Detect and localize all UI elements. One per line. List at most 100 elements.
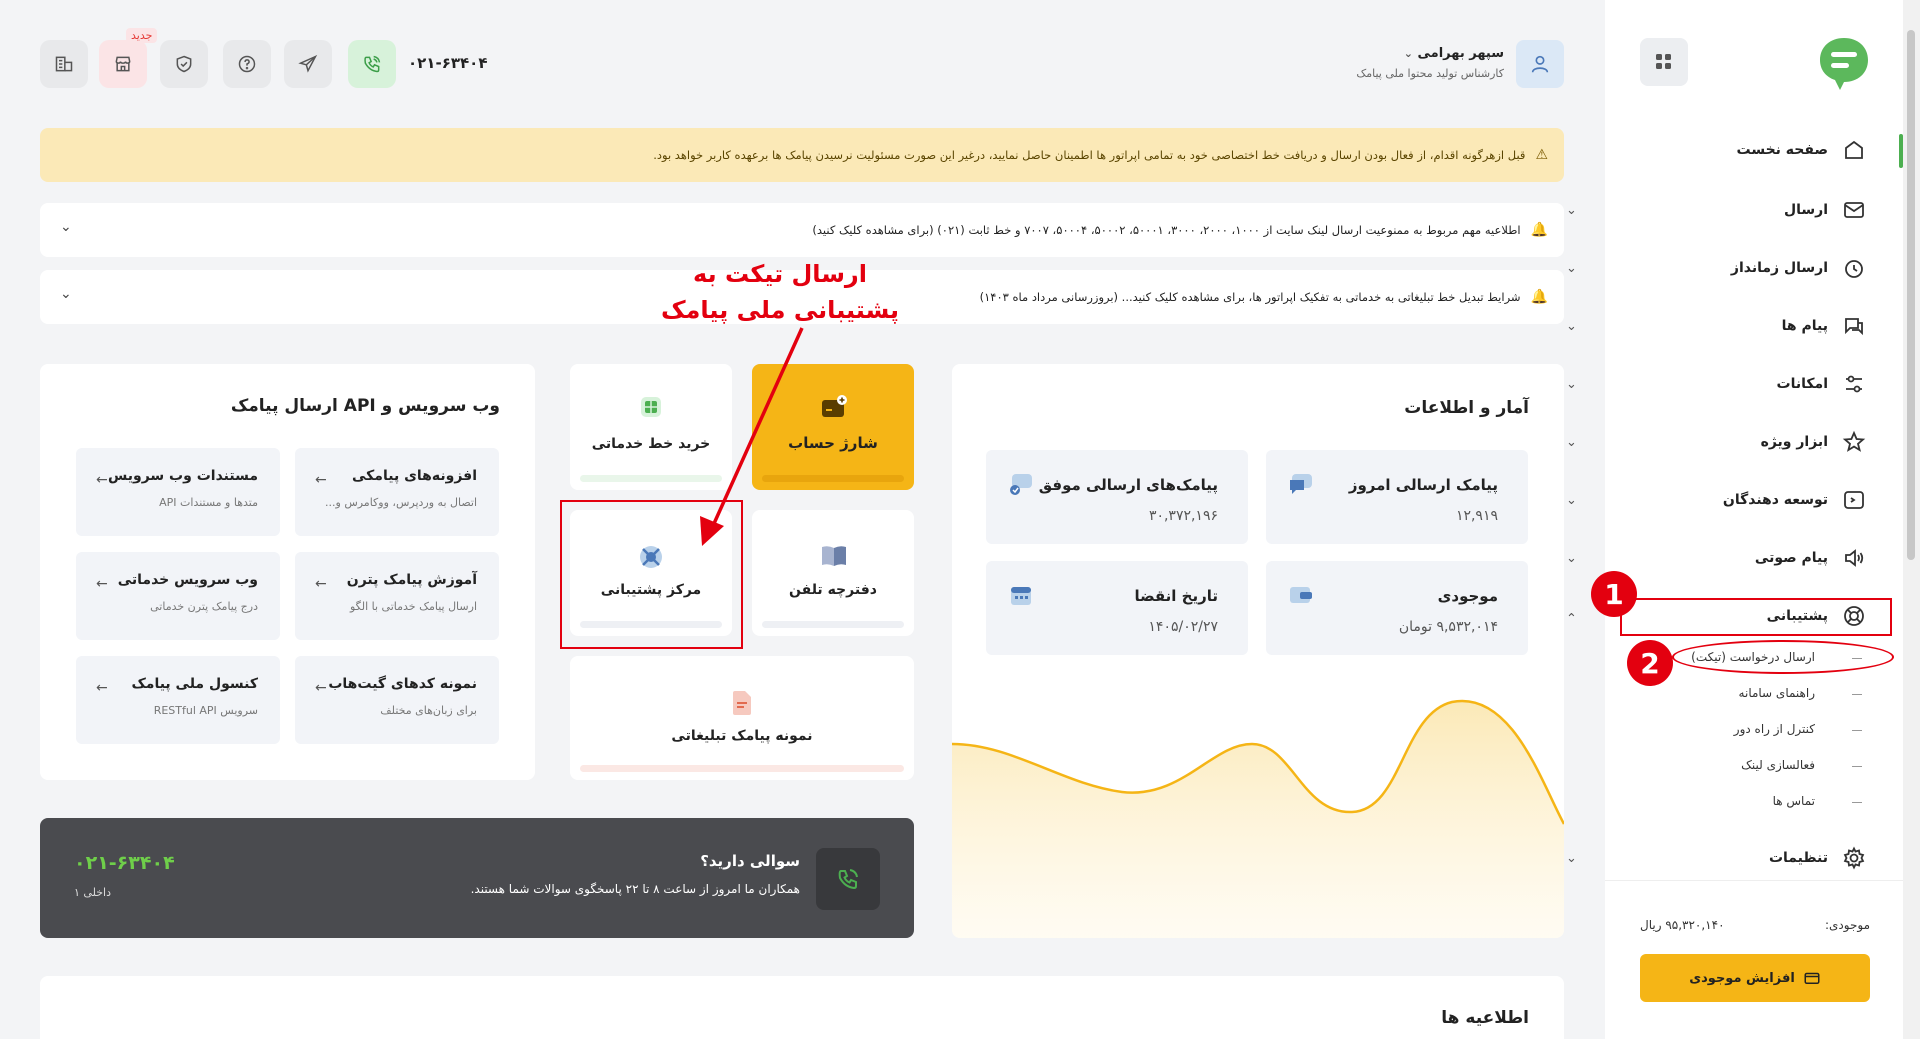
code-icon [1844, 491, 1864, 509]
arrow-left-icon: ← [315, 680, 327, 696]
sidebar-item-home[interactable]: صفحه نخست [1566, 130, 1866, 170]
document-icon [733, 691, 751, 715]
chevron-down-icon: ⌄ [1566, 492, 1577, 508]
arrow-left-icon: ← [315, 472, 327, 488]
annotation-ellipse-ticket [1672, 640, 1894, 674]
annotation-text: ارسال تیکت به پشتیبانی ملی پیامک [660, 260, 900, 324]
stats-title: آمار و اطلاعات [1404, 398, 1529, 418]
chat-check-icon [1010, 474, 1032, 495]
question-subtitle: همکاران ما امروز از ساعت ۸ تا ۲۲ پاسخگوی… [470, 882, 800, 896]
clock-icon [1845, 260, 1863, 278]
notice-banner-1[interactable]: 🔔 اطلاعیه مهم مربوط به ممنوعیت ارسال لین… [40, 203, 1564, 257]
arrow-left-icon: ← [96, 680, 108, 696]
book-icon [822, 546, 846, 566]
store-button[interactable] [99, 40, 147, 88]
sidebar-item-special-tools[interactable]: ابزار ویژه ⌄ [1566, 422, 1866, 462]
question-ext: داخلی ۱ [74, 886, 111, 899]
sidebar-divider [1605, 880, 1903, 881]
news-title: اطلاعیه ها [1441, 1008, 1529, 1028]
chevron-down-icon: ⌄ [1566, 260, 1577, 276]
stat-balance: موجودی ۹,۵۳۲,۰۱۴ تومان [1266, 561, 1528, 655]
subitem-dash [1852, 694, 1862, 695]
question-icon [238, 55, 256, 73]
company-button[interactable] [40, 40, 88, 88]
api-tile-pattern-tutorial[interactable]: آموزش پیامک پترن ارسال پیامک خدماتی با ا… [295, 552, 499, 640]
user-name: سپهر بهرامی [1417, 46, 1505, 61]
api-tile-console[interactable]: کنسول ملی پیامک سرویس RESTful API ← [76, 656, 280, 744]
subitem-dash [1852, 802, 1862, 803]
sliders-icon [1846, 375, 1862, 393]
question-box: سوالی دارید؟ همکاران ما امروز از ساعت ۸ … [40, 818, 914, 938]
header-phone[interactable]: ۰۲۱-۶۳۴۰۴ [408, 54, 487, 72]
sidebar-subitem-link-activation[interactable]: فعالسازی لینک [1741, 758, 1815, 772]
api-tile-github[interactable]: نمونه کدهای گیت‌هاب برای زبان‌های مختلف … [295, 656, 499, 744]
warning-icon: ⚠ [1535, 147, 1548, 163]
arrow-left-icon: ← [315, 576, 327, 592]
api-tile-plugins[interactable]: افزونه‌های پیامکی اتصال به وردپرس، ووکام… [295, 448, 499, 536]
chevron-down-icon: ⌄ [1566, 318, 1577, 334]
messages-icon [1845, 318, 1863, 336]
question-title: سوالی دارید؟ [700, 852, 800, 870]
warning-banner: ⚠ قبل ازهرگونه اقدام، از فعال بودن ارسال… [40, 128, 1564, 182]
warning-text: قبل ازهرگونه اقدام، از فعال بودن ارسال و… [653, 148, 1526, 162]
call-button[interactable] [348, 40, 396, 88]
phone-call-icon [364, 55, 381, 73]
api-tile-service-webservice[interactable]: وب سرویس خدماتی درج پیامک پترن خدماتی ← [76, 552, 280, 640]
avatar[interactable] [1516, 40, 1564, 88]
bell-icon: 🔔 [1530, 289, 1548, 305]
sidebar-subitem-calls[interactable]: تماس ها [1773, 794, 1815, 808]
question-phone[interactable]: ۰۲۱-۶۳۴۰۴ [74, 852, 175, 874]
shield-check-icon [176, 55, 192, 73]
stat-expiry: تاریخ انقضا ۱۴۰۵/۰۲/۲۷ [986, 561, 1248, 655]
arrow-left-icon: ← [96, 472, 108, 488]
sample-ad-message-card[interactable]: نمونه پیامک تبلیغاتی [570, 656, 914, 780]
arrow-left-icon: ← [96, 576, 108, 592]
sidebar-subitem-remote[interactable]: کنترل از راه دور [1734, 722, 1815, 736]
increase-balance-button[interactable]: افزایش موجودی [1640, 954, 1870, 1002]
subitem-dash [1852, 730, 1862, 731]
chevron-down-icon: ⌄ [1566, 434, 1577, 450]
api-section-title: وب سرویس و API ارسال پیامک [230, 396, 500, 416]
scrollbar[interactable] [1903, 0, 1920, 1039]
user-menu[interactable]: سپهر بهرامی ⌄ کارشناس تولید محتوا ملی پی… [1300, 46, 1504, 80]
sidebar-subitem-guide[interactable]: راهنمای سامانه [1739, 686, 1815, 700]
new-badge: جدید [126, 28, 158, 43]
home-icon [1845, 140, 1863, 159]
annotation-number-2: 2 [1627, 640, 1673, 686]
sidebar-item-send[interactable]: ارسال ⌄ [1566, 190, 1866, 230]
apps-grid-button[interactable] [1640, 38, 1688, 86]
chevron-down-icon: ⌄ [1566, 850, 1577, 866]
sidebar-item-developers[interactable]: توسعه دهندگان ⌄ [1566, 480, 1866, 520]
sidebar-item-features[interactable]: امکانات ⌄ [1566, 364, 1866, 404]
chevron-up-icon: ⌄ [1566, 608, 1577, 624]
sidebar-item-scheduled[interactable]: ارسال زمانداز ⌄ [1566, 248, 1866, 288]
logo-icon[interactable] [1818, 36, 1870, 92]
store-icon [115, 56, 131, 72]
chevron-down-icon: ⌄ [1566, 550, 1577, 566]
question-call-button[interactable] [816, 848, 880, 910]
telegram-button[interactable] [284, 40, 332, 88]
annotation-arrow [700, 327, 804, 546]
gear-icon [1843, 846, 1865, 870]
annotation-number-1: 1 [1591, 571, 1637, 617]
wallet-icon [1804, 972, 1820, 984]
news-section: اطلاعیه ها [40, 976, 1564, 1039]
send-icon [1844, 202, 1864, 218]
star-icon [1842, 430, 1866, 452]
sim-card-icon [641, 397, 661, 417]
help-button[interactable] [223, 40, 271, 88]
api-tile-docs[interactable]: مستندات وب سرویس متدها و مستندات API ← [76, 448, 280, 536]
stat-today-sent: پیامک ارسالی امروز ۱۲,۹۱۹ [1266, 450, 1528, 544]
user-role: کارشناس تولید محتوا ملی پیامک [1356, 67, 1504, 80]
sidebar-item-messages[interactable]: پیام ها ⌄ [1566, 306, 1866, 346]
speaker-icon [1845, 549, 1864, 567]
card-bar [580, 765, 904, 772]
user-icon [1531, 55, 1549, 73]
wallet-icon [1290, 587, 1312, 603]
subitem-dash [1852, 766, 1862, 767]
chevron-down-icon: ⌄ [1566, 376, 1577, 392]
grid-icon [1656, 54, 1671, 69]
annotation-box-support [1620, 598, 1892, 636]
security-button[interactable] [160, 40, 208, 88]
sidebar-item-settings[interactable]: تنظیمات ⌄ [1566, 838, 1866, 878]
